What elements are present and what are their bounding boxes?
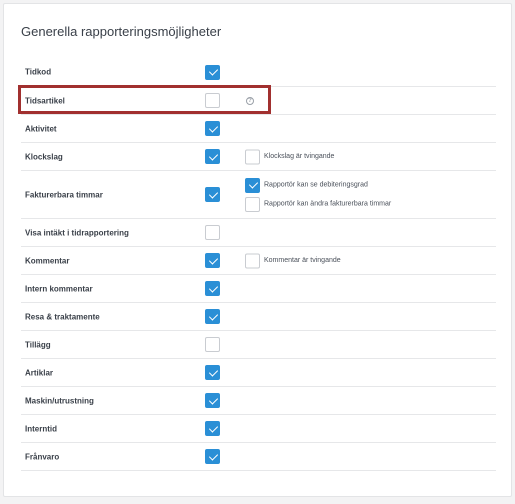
question-circle-icon[interactable]: ?: [246, 96, 254, 105]
settings-row-kommentar: Kommentar Kommentar är tvingande: [21, 247, 496, 275]
settings-row-interntid: Interntid: [21, 415, 496, 443]
settings-row-visa-intakt-i-tidrapportering: Visa intäkt i tidrapportering: [21, 219, 496, 247]
option-label: Rapportör kan se debiteringsgrad: [264, 181, 368, 189]
option-checkbox[interactable]: [245, 196, 260, 212]
aktivitet-checkbox[interactable]: [205, 121, 220, 136]
tidsartikel-checkbox[interactable]: [205, 93, 220, 108]
settings-row-artiklar: Artiklar: [21, 359, 496, 387]
row-label: Aktivitet: [25, 124, 57, 133]
settings-row-tillagg: Tillägg: [21, 331, 496, 359]
settings-row-resa-and-traktamente: Resa & traktamente: [21, 303, 496, 331]
row-label: Intern kommentar: [25, 284, 93, 293]
option-label: Rapportör kan ändra fakturerbara timmar: [264, 200, 392, 208]
row-label: Kommentar: [25, 256, 70, 265]
artiklar-checkbox[interactable]: [205, 365, 220, 380]
row-label: Fakturerbara timmar: [25, 190, 103, 199]
tillagg-checkbox[interactable]: [205, 337, 220, 352]
visa-intakt-i-tidrapportering-checkbox[interactable]: [205, 225, 220, 240]
settings-row-tidsartikel: Tidsartikel?: [21, 87, 496, 115]
row-label: Maskin/utrustning: [25, 396, 94, 405]
row-label: Frånvaro: [25, 452, 60, 461]
section-title: Generella rapporteringsmöjligheter: [21, 24, 222, 39]
row-label: Tidsartikel: [25, 96, 65, 105]
settings-row-franvaro: Frånvaro: [21, 443, 496, 471]
option-label: Klockslag är tvingande: [264, 153, 335, 160]
klockslag-checkbox[interactable]: [205, 149, 220, 164]
option-checkbox[interactable]: [245, 177, 260, 193]
settings-row-aktivitet: Aktivitet: [21, 115, 496, 143]
franvaro-checkbox[interactable]: [205, 449, 220, 464]
row-label: Visa intäkt i tidrapportering: [25, 228, 129, 237]
row-label: Tillägg: [25, 340, 51, 349]
maskin-utrustning-checkbox[interactable]: [205, 393, 220, 408]
row-label: Tidkod: [25, 67, 52, 77]
option-checkbox[interactable]: [245, 149, 260, 164]
tidkod-checkbox[interactable]: [205, 64, 220, 80]
row-label: Interntid: [25, 424, 57, 433]
settings-row-tidkod: Tidkod: [21, 58, 496, 87]
settings-row-maskin-utrustning: Maskin/utrustning: [21, 387, 496, 415]
fakturerbara-timmar-checkbox[interactable]: [205, 187, 220, 202]
settings-list: Tidkod Tidsartikel? Aktivitet Klockslag Kloc…: [21, 58, 496, 471]
option-label: Kommentar är tvingande: [264, 257, 341, 264]
row-label: Klockslag: [25, 152, 63, 161]
settings-row-fakturerbara-timmar: Fakturerbara timmar Rapportör kan se debi…: [21, 171, 496, 219]
settings-row-intern-kommentar: Intern kommentar: [21, 275, 496, 303]
interntid-checkbox[interactable]: [205, 421, 220, 436]
row-label: Resa & traktamente: [25, 312, 100, 321]
option-checkbox[interactable]: [245, 253, 260, 268]
settings-row-klockslag: Klockslag Klockslag är tvingande: [21, 143, 496, 171]
intern-kommentar-checkbox[interactable]: [205, 281, 220, 296]
settings-card: Generella rapporteringsmöjligheter Tidko…: [3, 3, 512, 497]
kommentar-checkbox[interactable]: [205, 253, 220, 268]
resa-and-traktamente-checkbox[interactable]: [205, 309, 220, 324]
row-label: Artiklar: [25, 368, 54, 377]
